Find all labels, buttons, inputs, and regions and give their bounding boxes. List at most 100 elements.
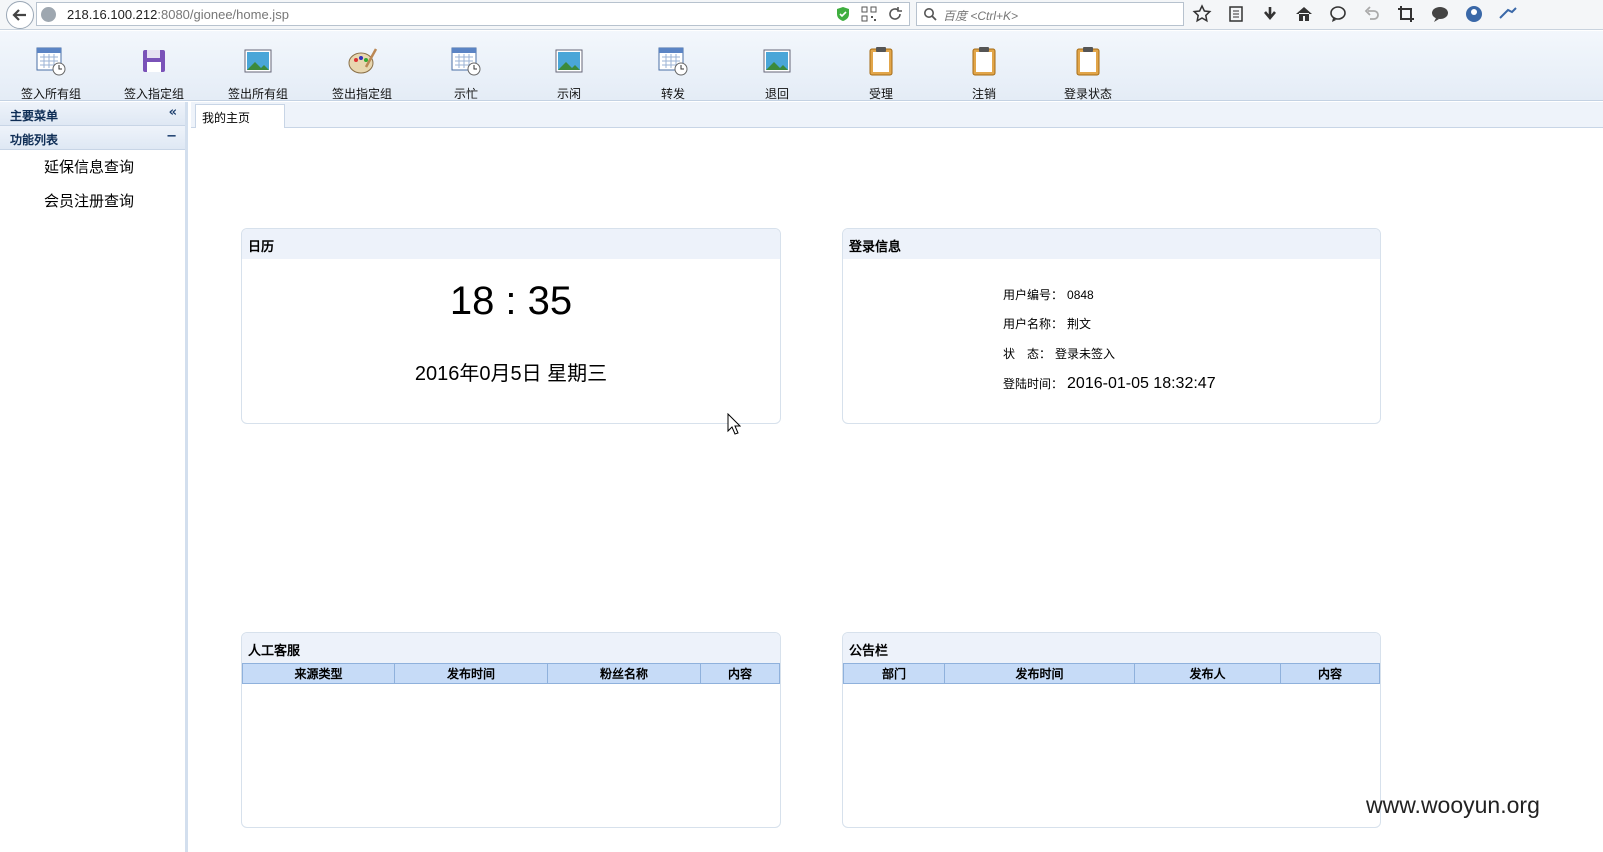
collapse-double-chevron-icon[interactable]: « [169, 105, 177, 120]
toolbar-button-10[interactable]: 登录状态 [1038, 45, 1138, 102]
reading-list-icon[interactable] [1226, 4, 1246, 24]
undo-icon[interactable] [1362, 4, 1382, 24]
function-list-header[interactable]: 功能列表 − [0, 126, 185, 150]
column-header[interactable]: 来源类型 [242, 663, 395, 684]
app-toolbar: 签入所有组 签入指定组 签出所有组 签出指定组 示忙 示闲 转发 退回 受理 注销 登录状态 [0, 31, 1603, 101]
bulletin-table: 部门 发布时间 发布人 内容 [843, 663, 1380, 684]
table-header-row: 部门 发布时间 发布人 内容 [843, 663, 1380, 684]
customer-service-title: 人工客服 [242, 633, 780, 663]
calendar-clock-icon [657, 45, 689, 77]
toolbar-button-6[interactable]: 转发 [623, 45, 723, 102]
back-arrow-icon [12, 9, 26, 21]
search-icon [924, 8, 937, 21]
toolbar-button-1[interactable]: 签入指定组 [104, 45, 204, 102]
main-menu-title: 主要菜单 [10, 109, 59, 123]
login-time-value: 2016-01-05 18:32:47 [1067, 375, 1216, 392]
status-row: 状 态： 登录未签入 [1003, 345, 1115, 362]
toolbar-button-label: 签出指定组 [331, 87, 392, 101]
floppy-disk-icon [138, 45, 170, 77]
mouse-cursor-icon [727, 413, 741, 435]
toolbar-button-7[interactable]: 退回 [727, 45, 827, 102]
tab-home[interactable]: 我的主页 [195, 104, 285, 128]
toolbar-button-8[interactable]: 受理 [831, 45, 931, 102]
url-host: 218.16.100.212 [67, 7, 158, 22]
column-header[interactable]: 粉丝名称 [547, 663, 701, 684]
clock-time: 18 : 35 [449, 279, 573, 323]
login-info-panel: 登录信息 用户编号： 0848 用户名称： 荆文 状 态： 登录未签入 登陆时间： 20… [842, 228, 1381, 424]
toolbar-button-2[interactable]: 签出所有组 [208, 45, 308, 102]
toolbar-button-0[interactable]: 签入所有组 [1, 45, 101, 102]
chat-bubble-icon[interactable] [1328, 4, 1348, 24]
picture-icon [553, 45, 585, 77]
home-icon[interactable] [1294, 4, 1314, 24]
table-header-row: 来源类型 发布时间 粉丝名称 内容 [242, 663, 780, 684]
toolbar-button-4[interactable]: 示忙 [416, 45, 516, 102]
toolbar-button-3[interactable]: 签出指定组 [312, 45, 412, 102]
url-bar[interactable]: 218.16.100.212:8080/gionee/home.jsp [36, 2, 910, 26]
toolbar-button-label: 登录状态 [1063, 87, 1112, 101]
toolbar-button-label: 签出所有组 [227, 87, 288, 101]
extension-icon[interactable] [1498, 4, 1518, 24]
toolbar-button-label: 签入所有组 [20, 87, 81, 101]
user-id-label: 用户编号： [1003, 288, 1064, 302]
login-time-row: 登陆时间： 2016-01-05 18:32:47 [1003, 375, 1216, 393]
sidebar-item-warranty-query[interactable]: 延保信息查询 [0, 150, 185, 184]
column-header[interactable]: 发布时间 [944, 663, 1135, 684]
toolbar-button-label: 示闲 [556, 87, 581, 101]
calendar-date: 2016年0月5日 星期三 [414, 363, 608, 385]
bulletin-panel: 公告栏 部门 发布时间 发布人 内容 [842, 632, 1381, 828]
globe-icon [41, 7, 56, 22]
user-name-label: 用户名称： [1003, 317, 1064, 331]
toolbar-button-label: 转发 [660, 87, 685, 101]
customer-service-table: 来源类型 发布时间 粉丝名称 内容 [242, 663, 780, 684]
back-button[interactable] [6, 1, 34, 29]
collapse-minus-icon[interactable]: − [166, 129, 177, 144]
user-id-row: 用户编号： 0848 [1003, 286, 1094, 303]
toolbar-button-label: 示忙 [453, 87, 478, 101]
toolbar-button-9[interactable]: 注销 [934, 45, 1034, 102]
shield-icon[interactable] [835, 6, 851, 22]
toolbar-button-label: 退回 [764, 87, 789, 101]
column-header[interactable]: 内容 [700, 663, 780, 684]
column-header[interactable]: 部门 [843, 663, 945, 684]
crop-screenshot-icon[interactable] [1396, 4, 1416, 24]
login-time-label: 登陆时间： [1003, 377, 1064, 391]
url-path: :8080/gionee/home.jsp [157, 7, 289, 22]
message-icon[interactable] [1430, 4, 1450, 24]
bookmark-star-icon[interactable] [1192, 4, 1212, 24]
column-header[interactable]: 内容 [1280, 663, 1380, 684]
clipboard-icon [865, 45, 897, 77]
user-id-value: 0848 [1067, 288, 1094, 302]
toolbar-button-label: 受理 [868, 87, 893, 101]
user-profile-icon[interactable] [1464, 4, 1484, 24]
sidebar: 主要菜单 « 功能列表 − 延保信息查询 会员注册查询 [0, 102, 188, 852]
toolbar-button-5[interactable]: 示闲 [519, 45, 619, 102]
calendar-title: 日历 [242, 229, 780, 259]
search-placeholder: 百度 <Ctrl+K> [943, 9, 1019, 23]
clipboard-icon [968, 45, 1000, 77]
sidebar-item-member-query[interactable]: 会员注册查询 [0, 184, 185, 218]
status-label: 状 态： [1003, 347, 1052, 361]
watermark: www.wooyun.org [1366, 792, 1540, 818]
user-name-value: 荆文 [1067, 317, 1092, 331]
url-text: 218.16.100.212:8080/gionee/home.jsp [67, 7, 289, 22]
tab-bar: 我的主页 [191, 102, 1603, 128]
calendar-clock-icon [450, 45, 482, 77]
column-header[interactable]: 发布人 [1134, 663, 1281, 684]
search-input[interactable]: 百度 <Ctrl+K> [916, 2, 1184, 26]
user-name-row: 用户名称： 荆文 [1003, 315, 1091, 332]
download-icon[interactable] [1260, 4, 1280, 24]
column-header[interactable]: 发布时间 [394, 663, 548, 684]
calendar-panel: 日历 18 : 35 2016年0月5日 星期三 [241, 228, 781, 424]
browser-toolbar: 218.16.100.212:8080/gionee/home.jsp 百度 <… [0, 0, 1603, 30]
picture-icon [761, 45, 793, 77]
customer-service-panel: 人工客服 来源类型 发布时间 粉丝名称 内容 [241, 632, 781, 828]
function-list-title: 功能列表 [10, 133, 59, 147]
calendar-clock-icon [35, 45, 67, 77]
palette-icon [346, 45, 378, 77]
picture-icon [242, 45, 274, 77]
toolbar-button-label: 签入指定组 [123, 87, 184, 101]
reload-icon[interactable] [887, 6, 903, 22]
qr-code-icon[interactable] [861, 6, 877, 22]
login-info-title: 登录信息 [843, 229, 1380, 259]
